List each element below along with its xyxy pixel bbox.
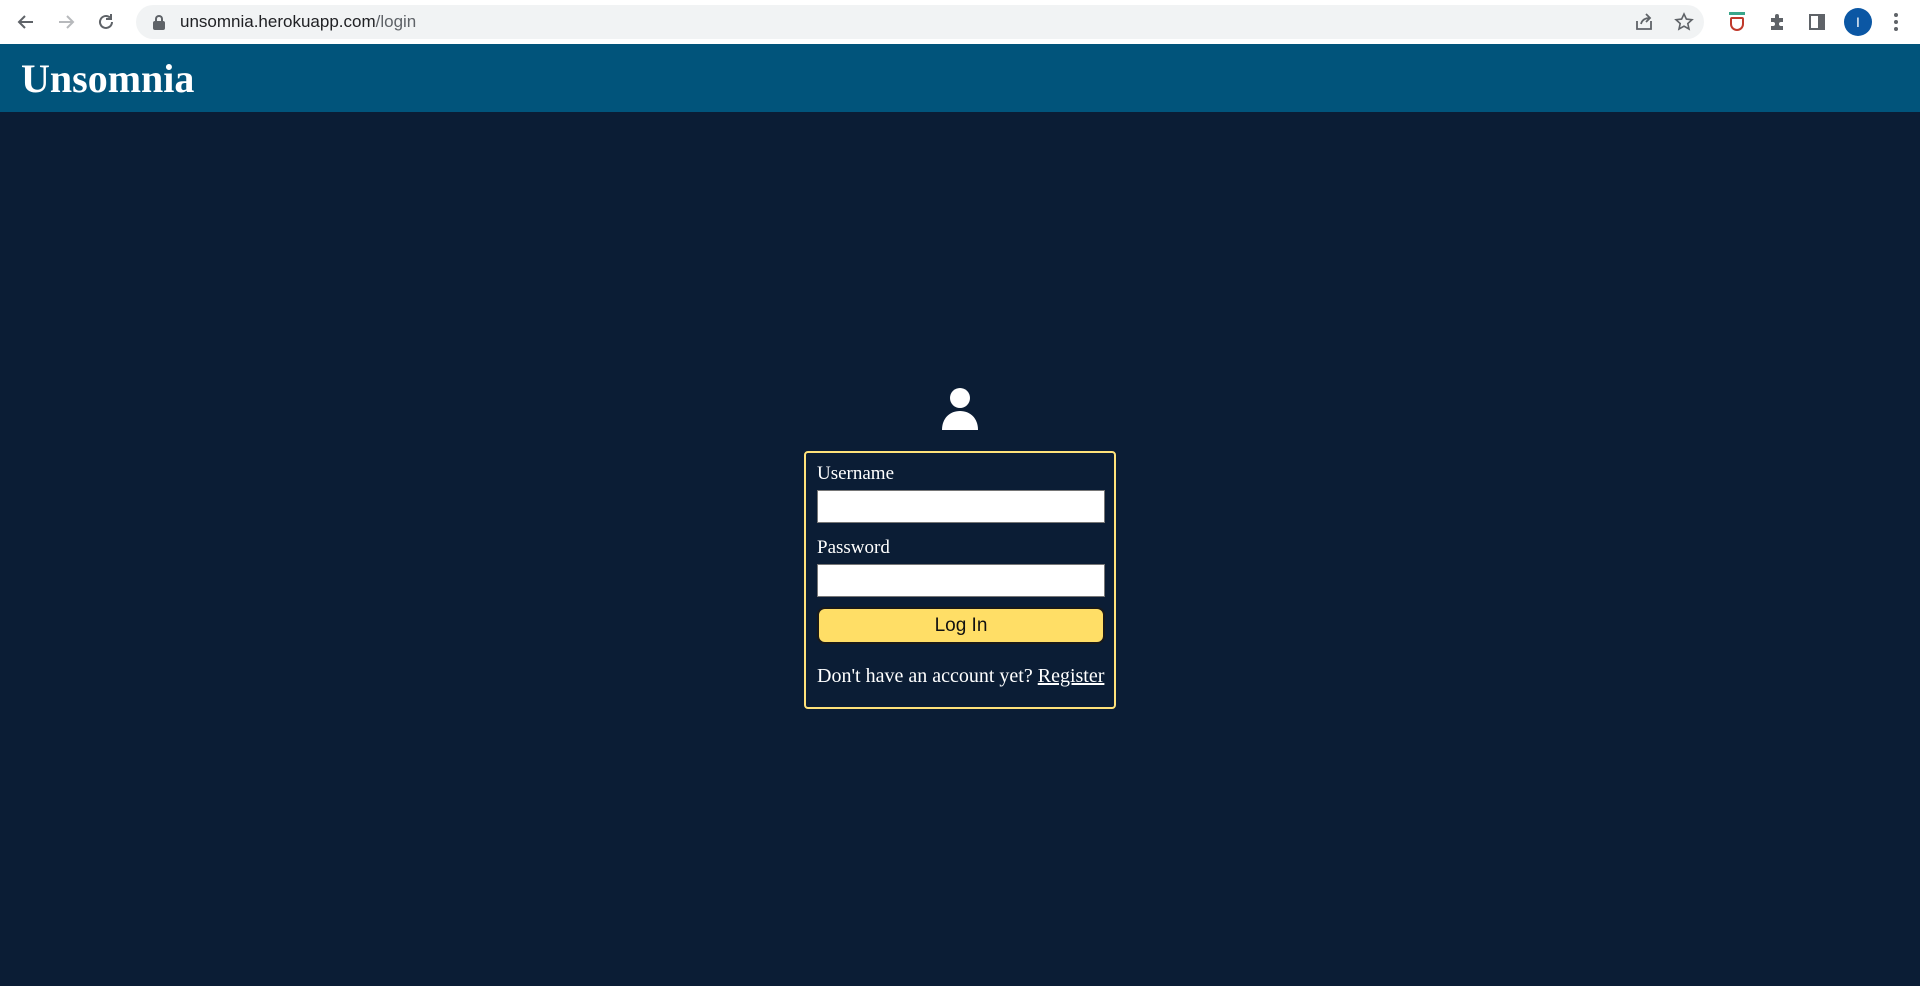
profile-avatar[interactable]: I (1844, 8, 1872, 36)
login-form: Username Password Log In Don't have an a… (804, 451, 1116, 709)
shield-extension-icon[interactable] (1724, 9, 1750, 35)
reload-icon (99, 14, 113, 29)
url-path: /login (375, 12, 417, 31)
register-prompt: Don't have an account yet? (817, 665, 1033, 687)
register-link[interactable]: Register (1038, 665, 1105, 687)
app-header: Unsomnia (0, 44, 1920, 112)
user-icon (942, 388, 978, 430)
username-label: Username (817, 463, 895, 484)
address-bar[interactable]: unsomnia.herokuapp.com/login (136, 5, 1704, 39)
share-icon[interactable] (1634, 12, 1654, 32)
puzzle-icon[interactable] (1764, 9, 1790, 35)
arrow-right-icon (59, 15, 75, 29)
forward-button[interactable] (46, 2, 86, 42)
main-content: Username Password Log In Don't have an a… (0, 112, 1920, 986)
star-icon[interactable] (1674, 12, 1694, 32)
url-host: unsomnia.herokuapp.com (180, 12, 376, 31)
password-input[interactable] (817, 564, 1105, 597)
reload-button[interactable] (86, 2, 126, 42)
password-label: Password (817, 537, 890, 558)
register-prompt-line: Don't have an account yet? Register (817, 665, 1105, 688)
side-panel-icon[interactable] (1804, 9, 1830, 35)
lock-icon[interactable] (152, 14, 166, 30)
kebab-menu-icon[interactable] (1886, 9, 1906, 35)
login-button[interactable]: Log In (817, 607, 1105, 644)
app-title[interactable]: Unsomnia (21, 55, 194, 102)
back-button[interactable] (6, 2, 46, 42)
arrow-left-icon (17, 15, 33, 29)
username-input[interactable] (817, 490, 1105, 523)
browser-toolbar: unsomnia.herokuapp.com/login I (0, 0, 1920, 44)
